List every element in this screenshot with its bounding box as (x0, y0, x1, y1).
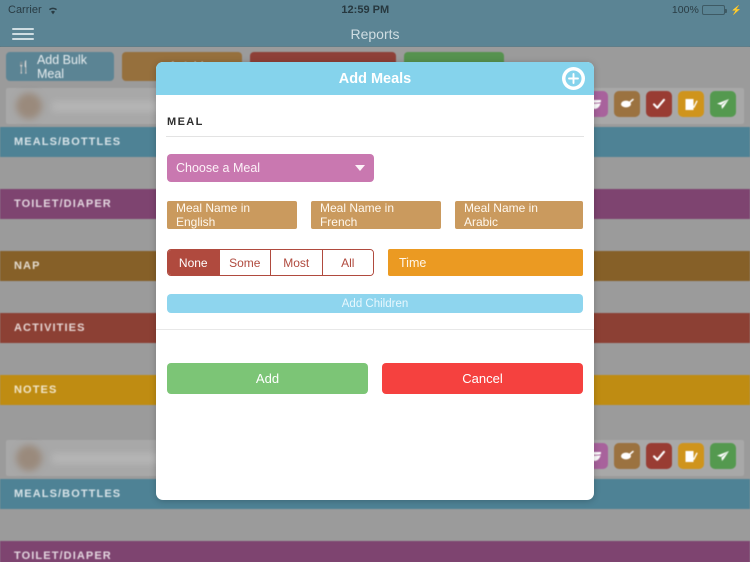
meal-form: Choose a Meal Meal Name in English Meal … (156, 154, 594, 313)
bowl-icon[interactable] (614, 443, 640, 469)
time-input[interactable]: Time (388, 249, 583, 276)
section-header-toilet-diaper: TOILET/DIAPER (0, 541, 750, 562)
meal-name-french-input[interactable]: Meal Name in French (310, 201, 441, 229)
meal-name-arabic-input[interactable]: Meal Name in Arabic (454, 201, 583, 229)
app-root: Carrier 12:59 PM 100% ⚡ Reports 🍴 Add Bu… (0, 0, 750, 562)
cancel-button[interactable]: Cancel (382, 363, 583, 394)
note-icon[interactable] (678, 443, 704, 469)
status-bar-time: 12:59 PM (341, 4, 390, 16)
battery-percent-label: 100% (671, 4, 699, 16)
amount-segmented-control[interactable]: None Some Most All (167, 249, 374, 276)
meal-select-value: Choose a Meal (176, 161, 261, 175)
divider (166, 136, 584, 137)
add-button[interactable]: Add (167, 363, 368, 394)
meal-name-fields: Meal Name in English Meal Name in French… (167, 201, 583, 229)
dialog-actions: Add Cancel (156, 363, 594, 394)
dialog-header: Add Meals (156, 62, 594, 95)
avatar (16, 93, 42, 119)
divider (156, 329, 594, 330)
check-icon[interactable] (646, 443, 672, 469)
navigation-bar: Reports (0, 20, 750, 47)
lightning-bolt-icon: ⚡ (730, 4, 742, 15)
avatar (16, 445, 42, 471)
note-icon[interactable] (678, 91, 704, 117)
add-children-button[interactable]: Add Children (167, 294, 583, 313)
add-bulk-meal-label: Add Bulk Meal (36, 52, 87, 81)
bowl-icon[interactable] (614, 91, 640, 117)
dialog-body: MEAL Choose a Meal Meal Name in English … (156, 95, 594, 394)
segment-none[interactable]: None (168, 250, 220, 275)
check-icon[interactable] (646, 91, 672, 117)
status-bar: Carrier 12:59 PM 100% ⚡ (0, 0, 750, 20)
add-meals-dialog: Add Meals MEAL Choose a Meal Meal Name i… (156, 62, 594, 500)
paper-plane-icon[interactable] (710, 91, 736, 117)
segment-some[interactable]: Some (219, 250, 271, 275)
add-bulk-meal-button[interactable]: 🍴 Add Bulk Meal (6, 52, 114, 81)
status-bar-left: Carrier (8, 4, 59, 16)
dialog-title: Add Meals (338, 70, 412, 87)
page-title: Reports (350, 25, 400, 42)
segment-most[interactable]: Most (271, 250, 323, 275)
utensils-icon: 🍴 (16, 59, 31, 74)
row-action-icons (582, 443, 736, 469)
status-bar-right: 100% ⚡ (672, 4, 742, 16)
meal-select[interactable]: Choose a Meal (167, 154, 374, 182)
paper-plane-icon[interactable] (710, 443, 736, 469)
plus-circle-icon[interactable] (562, 67, 585, 90)
row-action-icons (582, 91, 736, 117)
segment-all[interactable]: All (322, 250, 373, 275)
carrier-label: Carrier (8, 4, 42, 16)
meal-name-english-input[interactable]: Meal Name in English (167, 201, 297, 229)
section-body (0, 509, 750, 541)
amount-and-time-row: None Some Most All Time (167, 249, 583, 276)
battery-icon (701, 5, 727, 15)
meal-section-label: MEAL (167, 116, 204, 128)
wifi-icon (47, 6, 59, 15)
chevron-down-icon (355, 165, 365, 171)
